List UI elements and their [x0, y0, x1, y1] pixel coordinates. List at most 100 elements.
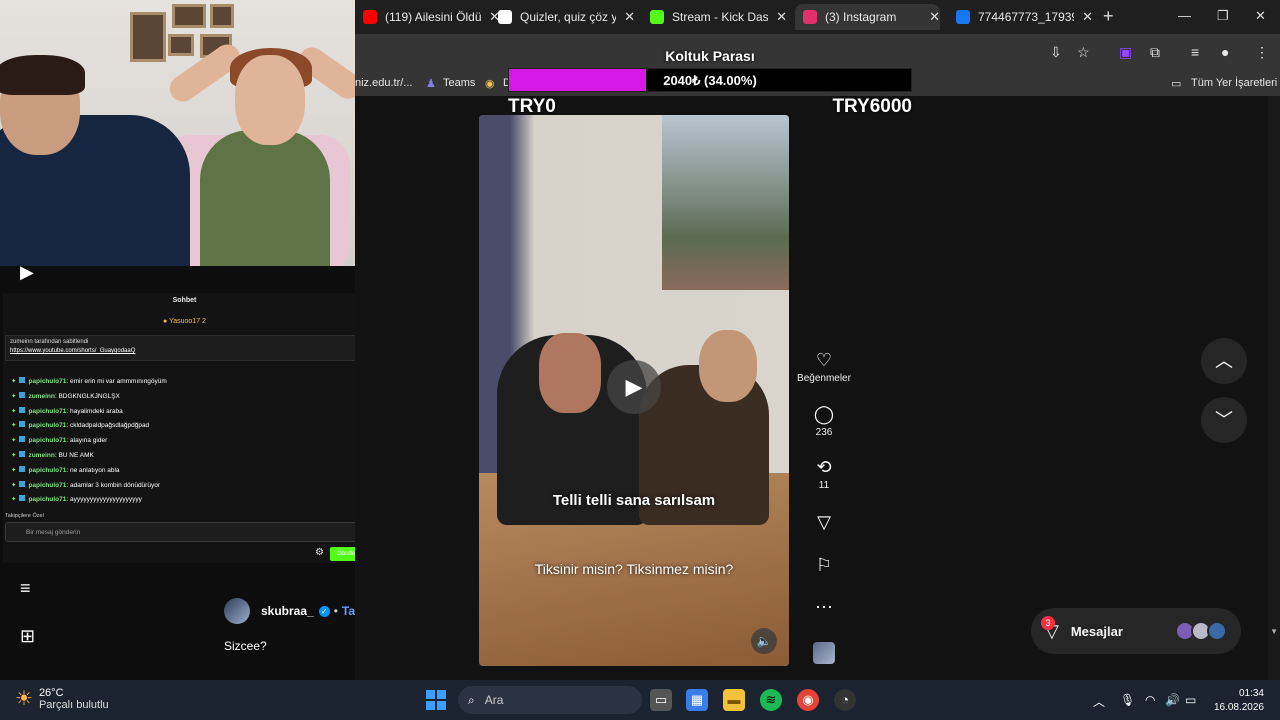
avatar [1207, 621, 1227, 641]
author-name[interactable]: skubraa_ [261, 604, 314, 618]
close-window-icon[interactable]: ✕ [1255, 8, 1266, 24]
chat-message: ✦ papichulo71: ayyyyyyyyyyyyyyyyyyyyy [11, 495, 142, 503]
chat-text: hayalimdeki araba [70, 407, 123, 415]
chat-username[interactable]: zumeinn [28, 452, 54, 459]
badge-icon [19, 436, 26, 443]
chat-text: ne anlatıyon abla [70, 466, 120, 474]
chat-username[interactable]: papichulo71 [28, 467, 66, 474]
menu-icon[interactable]: ≡ [20, 578, 31, 599]
chat-username[interactable]: papichulo71 [28, 408, 66, 415]
twitch-extension-icon[interactable]: ▣ [1119, 44, 1132, 61]
all-bookmarks[interactable]: Tüm Yer İşaretleri [1191, 77, 1277, 89]
badge-icon [19, 377, 26, 383]
bookmark-icon[interactable]: ⚐ [792, 555, 856, 576]
taskbar-search[interactable]: ⌕ Ara [458, 686, 642, 714]
repost-action[interactable]: ⟲ 11 [792, 457, 856, 491]
scrollbar[interactable]: ▼ [1268, 96, 1280, 680]
like-action[interactable]: ♡ Beğenmeler [792, 350, 856, 384]
apps-icon[interactable]: ⊞ [20, 626, 35, 647]
tray-chevron-icon[interactable]: ︿ [1093, 693, 1105, 710]
spotify-icon[interactable]: ≋ [760, 689, 782, 711]
badge-icon [19, 495, 26, 502]
bookmark-star-icon[interactable]: ☆ [1077, 44, 1090, 61]
chat-message: ✦ zumeinn: BDGKNGLKJNGLŞX [11, 391, 120, 400]
volume-icon[interactable]: 🔊 [1165, 693, 1180, 707]
start-button[interactable] [426, 690, 446, 710]
chat-username[interactable]: papichulo71 [28, 437, 66, 444]
save-action[interactable]: ⚐ [792, 555, 856, 576]
audio-avatar[interactable] [813, 642, 835, 664]
temperature: 26°C [38, 686, 64, 699]
more-action[interactable]: ⋯ [792, 597, 856, 618]
subscriber-icon: ✦ [11, 378, 17, 385]
badge-icon [19, 391, 26, 398]
chat-username[interactable]: zumeinn [28, 393, 54, 400]
microphone-icon[interactable]: 🎙 [1120, 693, 1135, 707]
bookmark-item[interactable]: niz.edu.tr/... [355, 77, 412, 89]
chat-text: emir erin mi var ammmınıngöyüm [70, 378, 167, 385]
app-icon[interactable]: ◔ [834, 689, 856, 711]
browser-tab[interactable]: 774467773_1793962 ✕ [948, 4, 1093, 30]
browser-tab[interactable]: (3) Instagram ✕ [795, 4, 940, 30]
verified-icon: ✓ [318, 605, 330, 617]
chat-top-user: ● Yasuoo17 2 [163, 318, 206, 325]
clock[interactable]: 01:34 16.08.2026 [1208, 687, 1264, 715]
browser-tab[interactable]: Stream - Kick Dashbo ✕ [642, 4, 787, 30]
share-icon[interactable]: ▽ [792, 512, 856, 533]
tab-close-icon[interactable]: ✕ [1082, 9, 1093, 25]
chat-title: Sohbet [172, 297, 197, 304]
comment-icon[interactable]: ◯ [792, 404, 856, 425]
messages-button[interactable]: ▽ 3 Mesajlar [1031, 608, 1241, 654]
repost-icon[interactable]: ⟲ [792, 457, 856, 478]
weather-text: Parçalı bulutlu [38, 698, 109, 711]
chat-username[interactable]: papichulo71 [28, 496, 66, 503]
pinned-link[interactable]: https://www.youtube.com/shorts/_Guayqoda… [10, 348, 358, 354]
play-icon[interactable]: ▶ [607, 360, 661, 414]
chat-message: ✦ papichulo71: alayına gider [11, 436, 107, 444]
minimize-icon[interactable]: — [1178, 8, 1191, 23]
battery-icon[interactable]: ▭ [1185, 693, 1196, 707]
media-icon[interactable]: ≡ [1191, 44, 1199, 60]
weather-widget[interactable]: ☀ 26°C Parçalı bulutlu [15, 686, 109, 711]
install-icon[interactable]: ⇩ [1050, 44, 1062, 61]
browser-tab[interactable]: (119) Ailesini Öldürü✕ [355, 4, 500, 30]
new-tab-button[interactable]: + [1103, 6, 1114, 27]
chat-text: ayyyyyyyyyyyyyyyyyyyyy [70, 496, 142, 504]
badge-icon [19, 480, 26, 487]
chat-username[interactable]: papichulo71 [28, 482, 66, 489]
chat-message: ✦ papichulo71: hayalimdeki araba [11, 406, 123, 415]
heart-icon[interactable]: ♡ [792, 350, 856, 371]
chat-username[interactable]: papichulo71 [28, 422, 66, 429]
author-avatar[interactable] [224, 598, 250, 624]
chrome-icon[interactable]: ◉ [797, 689, 819, 711]
extensions-icon[interactable]: ⧉ [1150, 44, 1160, 61]
tab-close-icon[interactable]: ✕ [624, 9, 635, 25]
share-action[interactable]: ▽ [792, 512, 856, 533]
kebab-menu-icon[interactable]: ⋮ [1255, 44, 1269, 61]
kick-chat: Sohbet ● Yasuoo17 2 zumeinn tarafından s… [3, 293, 366, 563]
bookmark-item[interactable]: Teams [443, 77, 475, 89]
tab-close-icon[interactable]: ✕ [929, 9, 940, 25]
chat-message: ✦ papichulo71: ckldadpaldpağsdlağpdğpad [11, 421, 149, 429]
more-icon[interactable]: ⋯ [792, 597, 856, 618]
chat-settings-icon[interactable]: ⚙ [315, 547, 324, 558]
chat-username[interactable]: papichulo71 [28, 378, 66, 385]
comment-action[interactable]: ◯ 236 [792, 404, 856, 438]
wifi-icon[interactable]: ◠ [1145, 693, 1155, 707]
store-icon[interactable]: ▦ [686, 689, 708, 711]
task-view-icon[interactable]: ▭ [650, 689, 672, 711]
previous-reel-button[interactable]: ︿ [1201, 338, 1247, 384]
reels-icon[interactable]: ▶ [20, 262, 34, 283]
tab-favicon-icon [956, 10, 970, 24]
maximize-icon[interactable]: ❐ [1217, 8, 1229, 24]
chat-text: ckldadpaldpağsdlağpdğpad [70, 422, 150, 430]
reel-video[interactable]: ▶ Telli telli sana sarılsam Tiksinir mis… [479, 115, 789, 666]
tab-favicon-icon [803, 10, 817, 24]
chat-input[interactable]: Bir mesaj gönderin [5, 522, 364, 542]
next-reel-button[interactable]: ﹀ [1201, 397, 1247, 443]
profile-icon[interactable]: ● [1221, 44, 1229, 60]
tab-close-icon[interactable]: ✕ [776, 9, 787, 25]
file-explorer-icon[interactable]: ▬ [723, 689, 745, 711]
browser-tab[interactable]: Quizler, quiz çöz ya ✕ [490, 4, 635, 30]
volume-icon[interactable]: 🔈 [751, 628, 777, 654]
